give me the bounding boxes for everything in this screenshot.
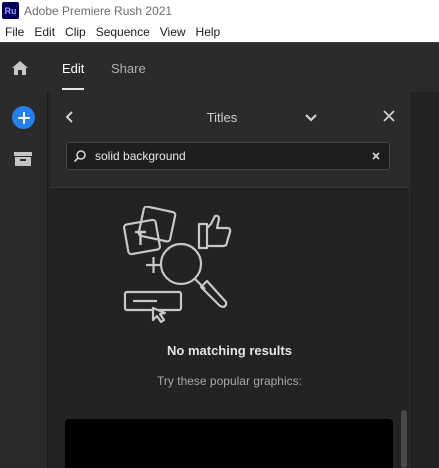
title-bar: Ru Adobe Premiere Rush 2021: [0, 0, 439, 21]
clear-icon: [372, 152, 380, 160]
menu-view[interactable]: View: [155, 25, 191, 39]
menu-bar: File Edit Clip Sequence View Help: [0, 21, 439, 42]
top-toolbar: Edit Share: [0, 42, 439, 92]
menu-clip[interactable]: Clip: [60, 25, 91, 39]
home-button[interactable]: [0, 43, 40, 93]
panel-close-button[interactable]: [382, 109, 396, 123]
window-title: Adobe Premiere Rush 2021: [24, 3, 173, 18]
close-icon: [383, 110, 395, 122]
back-button[interactable]: [64, 109, 76, 125]
menu-edit[interactable]: Edit: [29, 25, 60, 39]
search-icon: [73, 150, 86, 163]
add-media-button[interactable]: [12, 106, 35, 129]
search-row: [50, 134, 409, 188]
right-panel-edge: [409, 92, 439, 468]
graphic-preview-card[interactable]: [65, 419, 393, 468]
tab-edit[interactable]: Edit: [62, 43, 85, 93]
project-media-button[interactable]: [12, 148, 34, 168]
search-box[interactable]: [66, 142, 390, 170]
chevron-down-icon: [305, 114, 317, 122]
tab-share[interactable]: Share: [111, 43, 146, 93]
media-box-icon: [14, 152, 32, 166]
plus-icon: [17, 111, 30, 124]
panel-dropdown-button[interactable]: [304, 111, 318, 123]
menu-file[interactable]: File: [0, 25, 29, 39]
no-results-illustration: [123, 206, 232, 324]
panel-scrollbar[interactable]: [401, 410, 407, 468]
chevron-left-icon: [65, 111, 73, 123]
home-icon: [12, 61, 28, 75]
no-results-subtitle: Try these popular graphics:: [157, 374, 302, 388]
left-toolbar: [0, 92, 48, 468]
menu-help[interactable]: Help: [191, 25, 226, 39]
menu-sequence[interactable]: Sequence: [91, 25, 155, 39]
search-input[interactable]: [95, 143, 365, 169]
app-logo: Ru: [2, 2, 19, 19]
no-results-title: No matching results: [167, 343, 292, 358]
clear-search-button[interactable]: [369, 149, 383, 163]
